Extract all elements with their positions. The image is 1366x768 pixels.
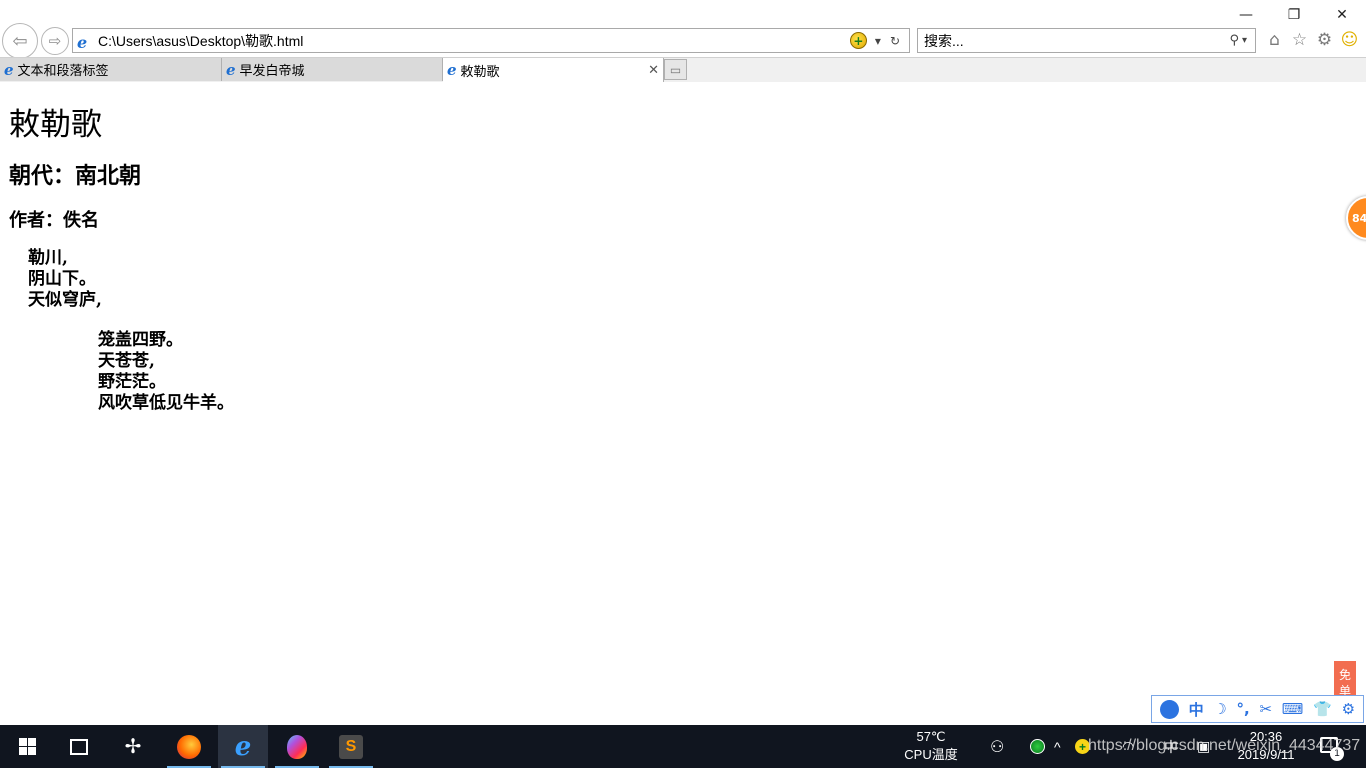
ime-moon-icon[interactable]: ☽ <box>1213 700 1226 718</box>
ie-page-icon: e <box>77 32 88 52</box>
monitor-icon: ▣ <box>1197 738 1211 754</box>
tray-people[interactable]: ⚇ <box>990 725 1004 768</box>
refresh-icon[interactable]: ↻ <box>890 34 900 48</box>
address-dropdown-icon[interactable]: ▾ <box>875 34 881 48</box>
ime-logo-icon[interactable] <box>1159 699 1179 719</box>
taskbar-internet-explorer[interactable]: e <box>218 725 268 768</box>
home-icon[interactable]: ⌂ <box>1265 30 1284 50</box>
plus-tray-icon: + <box>1075 739 1090 754</box>
forward-button[interactable]: ⇨ <box>41 27 69 55</box>
wifi-icon: ◠ <box>1122 738 1135 754</box>
tab-chile-song[interactable]: e 敕勒歌 ✕ <box>443 58 664 82</box>
cpu-temp-value: 57℃ <box>916 729 946 744</box>
ime-settings-icon[interactable]: ⚙ <box>1342 700 1355 718</box>
start-button[interactable] <box>2 725 52 768</box>
verse-line: 天苍苍, <box>98 351 155 371</box>
ie-tab-icon: e <box>447 61 457 79</box>
address-bar[interactable]: e + ▾ ↻ <box>72 28 910 53</box>
tab-text-paragraph-tags[interactable]: e 文本和段落标签 <box>0 58 222 81</box>
clock-time: 20:36 <box>1249 729 1283 744</box>
tab-label: 文本和段落标签 <box>17 63 109 78</box>
ime-keyboard-icon[interactable]: ⌨ <box>1282 700 1304 718</box>
clock-date: 2019/9/11 <box>1237 747 1295 762</box>
minimize-button[interactable]: — <box>1222 0 1270 30</box>
taskbar-balloon-app[interactable] <box>272 725 322 768</box>
verse-line: 天似穹庐, <box>28 290 102 310</box>
poem-author: 作者：佚名 <box>9 210 99 231</box>
verse-block-2: 笼盖四野。 天苍苍, 野茫茫。 风吹草低见牛羊。 <box>98 330 234 414</box>
ime-punctuation-icon[interactable]: °, <box>1237 700 1250 718</box>
ie-icon: e <box>234 731 252 762</box>
favorites-star-icon[interactable]: ☆ <box>1290 30 1309 50</box>
security-tray-icon <box>1030 739 1045 754</box>
ime-scissors-icon[interactable]: ✂ <box>1259 700 1272 718</box>
verse-line: 野茫茫。 <box>98 372 166 392</box>
close-tab-icon[interactable]: ✕ <box>648 62 659 78</box>
taskbar-pinwheel-app[interactable]: ✢ <box>108 725 158 768</box>
ime-skin-icon[interactable]: 👕 <box>1313 700 1332 718</box>
ime-chinese-mode[interactable]: 中 <box>1189 699 1204 720</box>
search-input[interactable] <box>918 32 1230 49</box>
windows-logo-icon <box>18 738 36 755</box>
tab-morning-departure[interactable]: e 早发白帝城 <box>222 58 443 81</box>
verse-line: 风吹草低见牛羊。 <box>98 393 234 413</box>
balloon-icon <box>287 734 307 759</box>
notification-count-badge: 1 <box>1330 747 1344 761</box>
new-tab-button[interactable]: ▭ <box>664 59 687 80</box>
ime-toolbar: 中 ☽ °, ✂ ⌨ 👕 ⚙ <box>1151 695 1364 723</box>
close-window-button[interactable]: ✕ <box>1318 0 1366 30</box>
tray-plus-app[interactable]: + <box>1075 725 1090 768</box>
verse-block-1: 勒川, 阴山下。 天似穹庐, <box>28 248 102 311</box>
search-box[interactable]: ⚲ ▾ <box>917 28 1256 53</box>
task-view-icon <box>70 738 88 755</box>
verse-line: 笼盖四野。 <box>98 330 183 350</box>
page-content: 敕勒歌 朝代：南北朝 作者：佚名 勒川, 阴山下。 天似穹庐, 笼盖四野。 天苍… <box>0 81 1366 725</box>
verse-line: 阴山下。 <box>28 269 96 289</box>
ime-indicator: 中 <box>1164 738 1178 755</box>
pinwheel-icon: ✢ <box>124 736 142 758</box>
tray-monitor[interactable]: ▣ <box>1197 725 1210 768</box>
compatibility-view-icon[interactable]: + <box>849 32 867 49</box>
people-icon: ⚇ <box>990 738 1005 756</box>
poem-dynasty: 朝代：南北朝 <box>9 163 142 189</box>
toolbar-icons: ⌂ ☆ ⚙ ☺ <box>1265 30 1359 50</box>
maximize-button[interactable]: ❐ <box>1270 0 1318 30</box>
sublime-text-icon: S <box>339 734 363 759</box>
tools-gear-icon[interactable]: ⚙ <box>1315 30 1334 50</box>
tab-label: 敕勒歌 <box>460 63 500 79</box>
cpu-temp-label: CPU温度 <box>904 747 958 762</box>
chevron-up-icon: ^ <box>1054 738 1061 755</box>
address-input[interactable] <box>98 32 850 49</box>
tray-ime[interactable]: 中 <box>1164 725 1178 768</box>
cpu-temperature-widget[interactable]: 57℃ CPU温度 <box>900 728 962 764</box>
task-view-button[interactable] <box>54 725 104 768</box>
tray-security[interactable] <box>1030 725 1045 768</box>
new-tab-icon: ▭ <box>669 62 682 77</box>
poem-title: 敕勒歌 <box>9 107 102 143</box>
taskbar: ✢ e S 57℃ CPU温度 ⚇ ^ + ◠ 中 ▣ 20:36 2019/9… <box>0 725 1366 768</box>
search-dropdown-icon[interactable]: ▾ <box>1242 35 1247 46</box>
feedback-smiley-icon[interactable]: ☺ <box>1340 30 1359 50</box>
verse-line: 勒川, <box>28 248 68 268</box>
tab-label: 早发白帝城 <box>239 63 305 78</box>
ie-tab-icon: e <box>4 60 14 79</box>
tray-network[interactable]: ◠ <box>1122 725 1134 768</box>
taskbar-sublime-text[interactable]: S <box>326 725 376 768</box>
window-controls: — ❐ ✕ <box>1222 0 1366 30</box>
ie-tab-icon: e <box>226 60 236 79</box>
back-button[interactable]: ⇦ <box>2 23 38 59</box>
firefox-icon <box>177 734 201 759</box>
search-icon[interactable]: ⚲ <box>1229 33 1239 48</box>
floating-speed-ball[interactable]: 84 <box>1346 196 1366 240</box>
taskbar-clock[interactable]: 20:36 2019/9/11 <box>1230 728 1302 764</box>
tray-show-hidden[interactable]: ^ <box>1054 725 1061 768</box>
taskbar-firefox[interactable] <box>164 725 214 768</box>
tab-strip: e 文本和段落标签 e 早发白帝城 e 敕勒歌 ✕ ▭ <box>0 57 1366 82</box>
